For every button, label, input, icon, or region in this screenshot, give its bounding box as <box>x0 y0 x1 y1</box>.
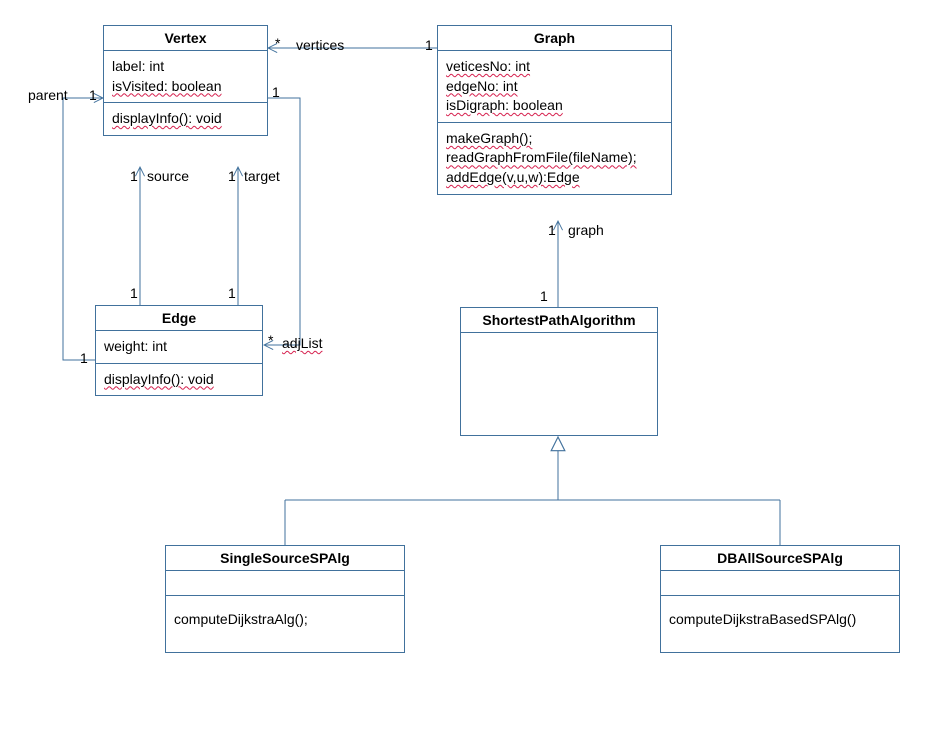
mult-graph-top: 1 <box>548 222 556 238</box>
mult-parent-top: 1 <box>89 87 97 103</box>
op-readgraph: readGraphFromFile(fileName); <box>446 148 663 168</box>
mult-graph-bottom: 1 <box>540 288 548 304</box>
class-edge-operations: displayInfo(): void <box>96 364 262 396</box>
class-graph-operations: makeGraph(); readGraphFromFile(fileName)… <box>438 123 671 194</box>
class-singlesource: SingleSourceSPAlg computeDijkstraAlg(); <box>165 545 405 653</box>
class-vertex-title: Vertex <box>104 26 267 51</box>
class-graph-attributes: veticesNo: int edgeNo: int isDigraph: bo… <box>438 51 671 123</box>
attr-verticesno: veticesNo: int <box>446 57 663 77</box>
op-displayinfo: displayInfo(): void <box>112 109 259 129</box>
class-spa-title: ShortestPathAlgorithm <box>461 308 657 333</box>
class-dballsource-title: DBAllSourceSPAlg <box>661 546 899 571</box>
op-displayinfo: displayInfo(): void <box>104 370 254 390</box>
attr-label: label: int <box>112 57 259 77</box>
class-singlesource-ops: computeDijkstraAlg(); <box>166 596 404 652</box>
class-singlesource-title: SingleSourceSPAlg <box>166 546 404 571</box>
op-addedge: addEdge(v,u,w):Edge <box>446 168 663 188</box>
class-edge-attributes: weight: int <box>96 331 262 364</box>
op-computedijkstra: computeDijkstraAlg(); <box>174 610 396 630</box>
role-target: target <box>244 168 280 184</box>
class-dballsource: DBAllSourceSPAlg computeDijkstraBasedSPA… <box>660 545 900 653</box>
class-edge-title: Edge <box>96 306 262 331</box>
op-computedijkstrabased: computeDijkstraBasedSPAlg() <box>669 610 891 630</box>
role-source: source <box>147 168 189 184</box>
op-makegraph: makeGraph(); <box>446 129 663 149</box>
class-vertex: Vertex label: int isVisited: boolean dis… <box>103 25 268 136</box>
class-vertex-attributes: label: int isVisited: boolean <box>104 51 267 103</box>
mult-target-top: 1 <box>228 168 236 184</box>
mult-parent-bottom: 1 <box>80 350 88 366</box>
class-dballsource-attrs <box>661 571 899 596</box>
role-graph: graph <box>568 222 604 238</box>
mult-target-bottom: 1 <box>228 285 236 301</box>
class-graph: Graph veticesNo: int edgeNo: int isDigra… <box>437 25 672 195</box>
role-adjlist: adjList <box>282 335 322 351</box>
class-spa: ShortestPathAlgorithm <box>460 307 658 436</box>
attr-edgeno: edgeNo: int <box>446 77 663 97</box>
mult-source-top: 1 <box>130 168 138 184</box>
role-vertices: vertices <box>296 37 344 53</box>
class-graph-title: Graph <box>438 26 671 51</box>
attr-weight: weight: int <box>104 337 254 357</box>
mult-adjlist-star: * <box>268 332 273 348</box>
class-dballsource-ops: computeDijkstraBasedSPAlg() <box>661 596 899 652</box>
mult-adjlist-top: 1 <box>272 84 280 100</box>
class-singlesource-attrs <box>166 571 404 596</box>
attr-isdigraph: isDigraph: boolean <box>446 96 663 116</box>
mult-source-bottom: 1 <box>130 285 138 301</box>
mult-vertices-1: 1 <box>425 37 433 53</box>
mult-vertices-star: * <box>275 35 280 51</box>
class-vertex-operations: displayInfo(): void <box>104 103 267 135</box>
attr-isvisited: isVisited: boolean <box>112 77 259 97</box>
class-spa-body <box>461 333 657 435</box>
class-edge: Edge weight: int displayInfo(): void <box>95 305 263 396</box>
role-parent: parent <box>28 87 68 103</box>
